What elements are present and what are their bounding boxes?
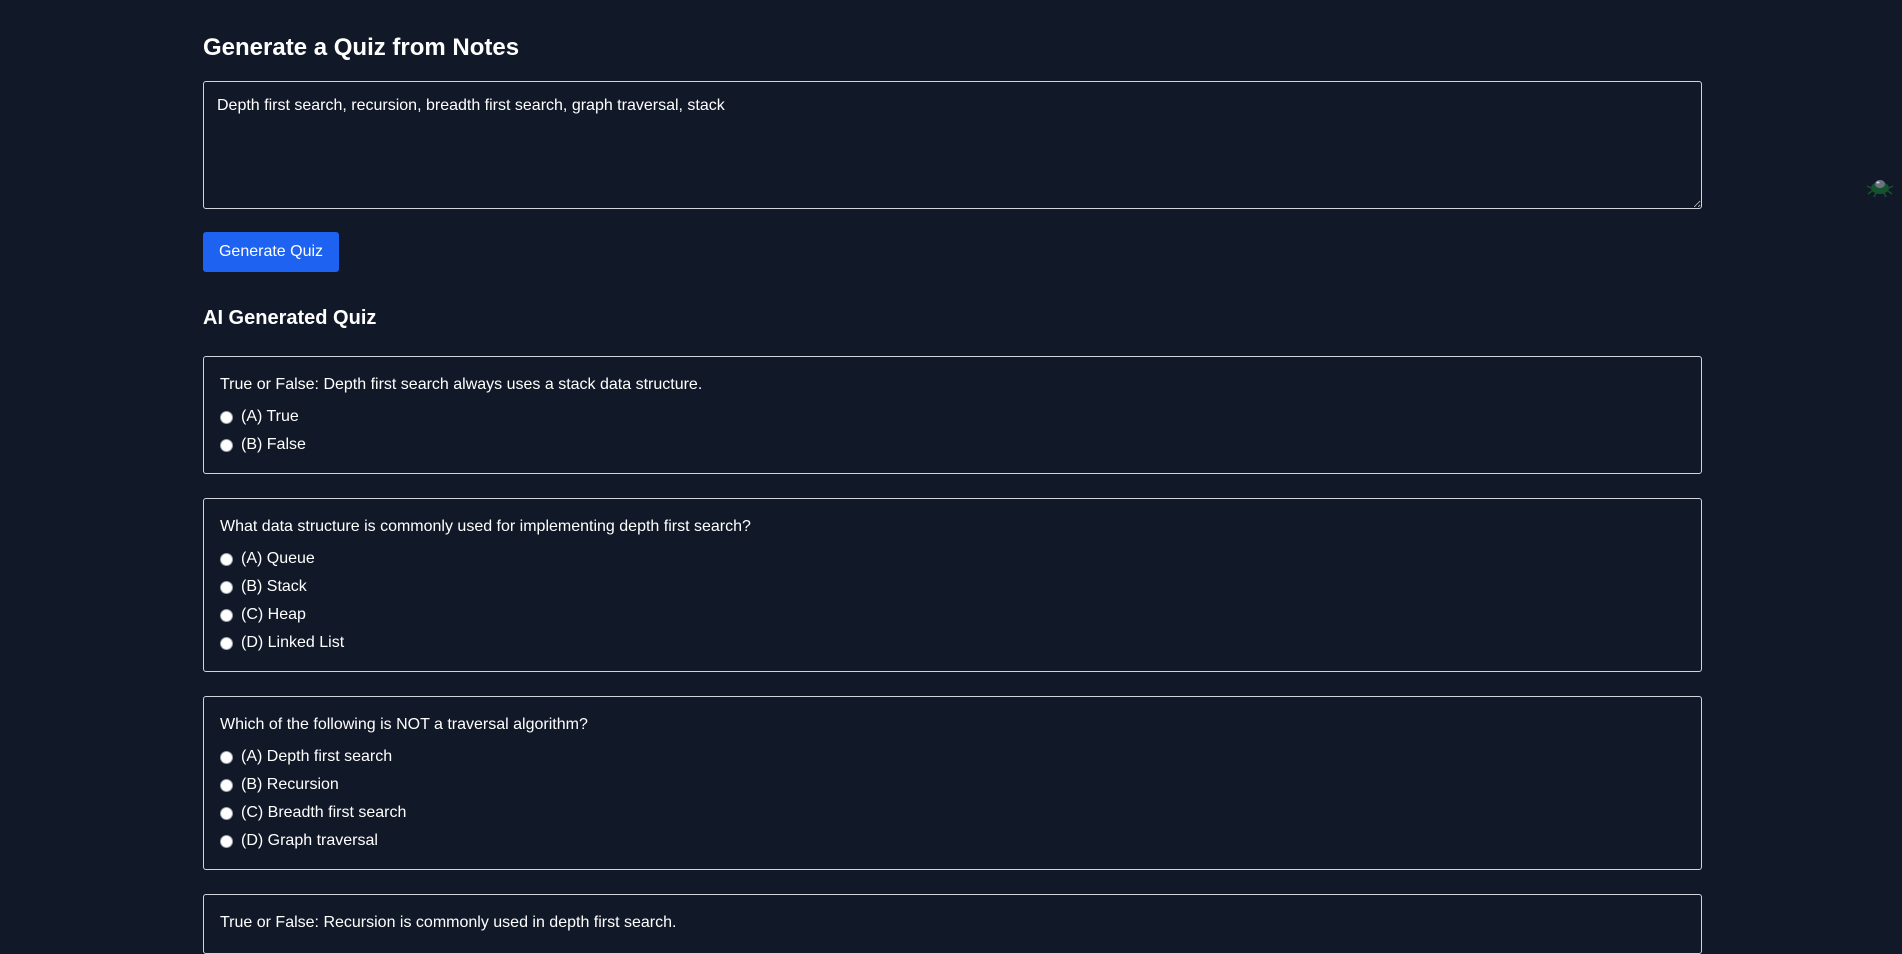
quiz-option[interactable]: (A) Depth first search xyxy=(220,743,1685,771)
question-text: True or False: Recursion is commonly use… xyxy=(220,914,677,931)
option-label: (B) False xyxy=(241,436,306,453)
option-label: (C) Breadth first search xyxy=(241,804,407,821)
radio-button[interactable] xyxy=(220,608,233,622)
quiz-option[interactable]: (C) Breadth first search xyxy=(220,799,1685,827)
option-label: (A) Queue xyxy=(241,550,315,567)
question-text: True or False: Depth first search always… xyxy=(220,376,703,393)
radio-button[interactable] xyxy=(220,580,233,594)
option-label: (B) Recursion xyxy=(241,776,339,793)
question-card: True or False: Depth first search always… xyxy=(203,356,1702,474)
quiz-option[interactable]: (A) Queue xyxy=(220,545,1685,573)
option-label: (D) Graph traversal xyxy=(241,832,378,849)
radio-button[interactable] xyxy=(220,750,233,764)
quiz-option[interactable]: (B) Recursion xyxy=(220,771,1685,799)
radio-button[interactable] xyxy=(220,410,233,424)
question-card: What data structure is commonly used for… xyxy=(203,498,1702,672)
generate-quiz-button[interactable]: Generate Quiz xyxy=(203,232,339,272)
radio-button[interactable] xyxy=(220,636,233,650)
option-label: (D) Linked List xyxy=(241,634,345,651)
quiz-option[interactable]: (B) False xyxy=(220,431,1685,459)
radio-button[interactable] xyxy=(220,834,233,848)
option-label: (A) True xyxy=(241,408,299,425)
radio-button[interactable] xyxy=(220,778,233,792)
radio-button[interactable] xyxy=(220,806,233,820)
quiz-option[interactable]: (D) Graph traversal xyxy=(220,827,1685,855)
quiz-option[interactable]: (B) Stack xyxy=(220,573,1685,601)
page-title: Generate a Quiz from Notes xyxy=(203,34,520,61)
question-text: What data structure is commonly used for… xyxy=(220,518,751,535)
bug-icon[interactable] xyxy=(1866,176,1894,198)
quiz-option[interactable]: (A) True xyxy=(220,403,1685,431)
option-label: (B) Stack xyxy=(241,578,307,595)
radio-button[interactable] xyxy=(220,438,233,452)
quiz-option[interactable]: (D) Linked List xyxy=(220,629,1685,657)
notes-input[interactable] xyxy=(203,81,1702,209)
quiz-section-title: AI Generated Quiz xyxy=(203,307,377,329)
question-card: True or False: Recursion is commonly use… xyxy=(203,894,1702,954)
question-card: Which of the following is NOT a traversa… xyxy=(203,696,1702,870)
question-text: Which of the following is NOT a traversa… xyxy=(220,716,588,733)
quiz-option[interactable]: (C) Heap xyxy=(220,601,1685,629)
option-label: (C) Heap xyxy=(241,606,306,623)
option-label: (A) Depth first search xyxy=(241,748,393,765)
radio-button[interactable] xyxy=(220,552,233,566)
